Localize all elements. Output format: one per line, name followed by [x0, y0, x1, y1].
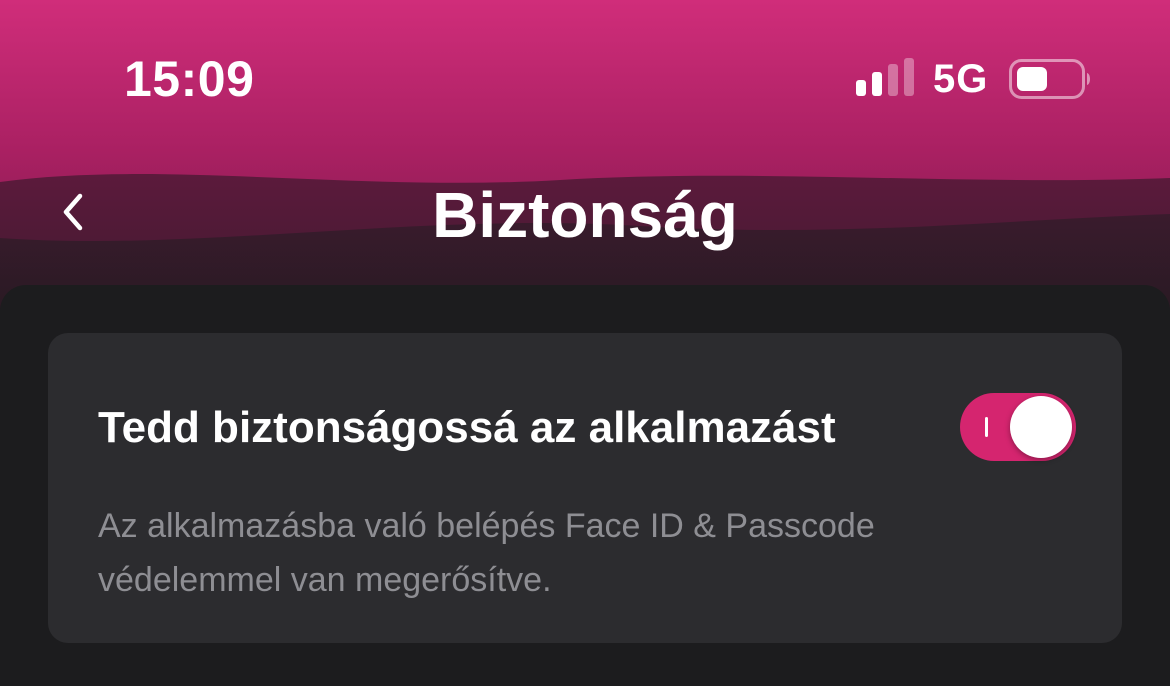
toggle-knob: [1010, 396, 1072, 458]
security-setting-card: Tedd biztonságossá az alkalmazást Az alk…: [48, 333, 1122, 643]
page-title: Biztonság: [432, 179, 738, 251]
screen: 15:09 5G Biztonság Tedd biztonságossá az…: [0, 0, 1170, 686]
content-panel: Tedd biztonságossá az alkalmazást Az alk…: [0, 285, 1170, 686]
status-time: 15:09: [124, 51, 255, 107]
status-bar: 15:09 5G: [0, 0, 1170, 150]
toggle-on-indicator: [985, 417, 988, 437]
setting-description: Az alkalmazásba való belépés Face ID & P…: [98, 507, 875, 599]
secure-app-toggle[interactable]: [960, 393, 1076, 461]
navigation-bar: Biztonság: [0, 160, 1170, 270]
cellular-signal-icon: [856, 58, 914, 96]
network-type: 5G: [933, 57, 989, 101]
setting-title: Tedd biztonságossá az alkalmazást: [98, 403, 836, 452]
battery-icon: [1009, 59, 1090, 99]
